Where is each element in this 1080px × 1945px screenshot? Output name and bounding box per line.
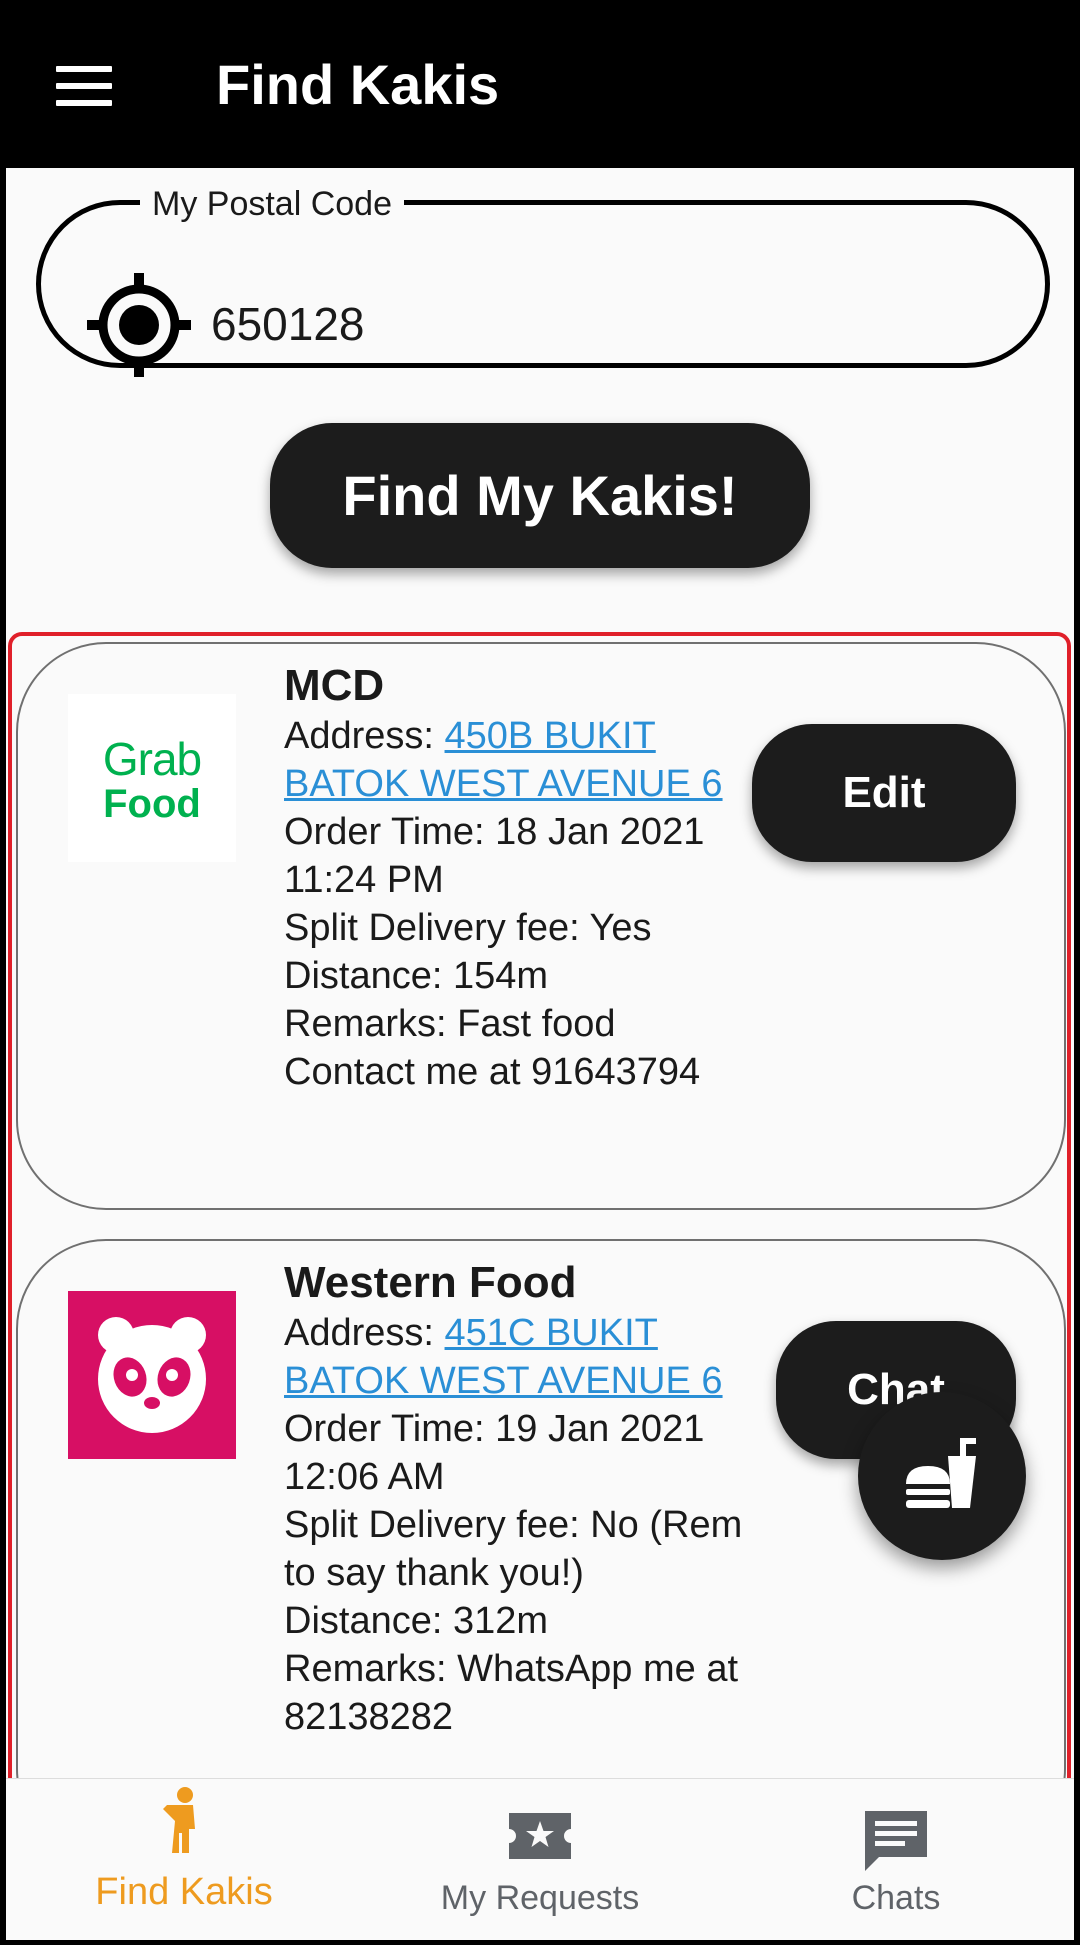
address-line: Address: 451C BUKIT BATOK WEST AVENUE 6 [284,1309,744,1405]
add-request-fab[interactable] [858,1392,1026,1560]
distance: Distance: 154m [284,955,549,997]
postal-code-label: My Postal Code [140,184,404,224]
tab-my-requests[interactable]: My Requests [362,1779,718,1941]
ticket-star-icon [509,1813,571,1859]
request-details: MCD Address: 450B BUKIT BATOK WEST AVENU… [284,660,744,1096]
screen: Find Kakis My Postal Code Find My Kakis!… [0,0,1080,1945]
distance: Distance: 312m [284,1600,549,1642]
postal-code-field[interactable] [36,200,1050,377]
remarks: Remarks: Fast food Contact me at 9164379… [284,1003,701,1093]
find-my-kakis-button[interactable]: Find My Kakis! [270,423,810,568]
restaurant-name: Western Food [284,1258,577,1307]
grabfood-logo-text-grab: Grab [102,733,202,785]
tab-label: My Requests [440,1879,640,1917]
split-delivery-fee: Split Delivery fee: Yes [284,907,652,949]
bottom-navigation: Find Kakis My Requests Chats [6,1778,1074,1940]
edit-button[interactable]: Edit [752,724,1016,862]
postal-code-input[interactable] [211,289,1031,359]
remarks: Remarks: WhatsApp me at 82138282 [284,1648,739,1738]
grabfood-logo-text-food: Food [103,782,201,826]
tab-label: Chats [851,1879,941,1917]
foodpanda-logo [68,1291,236,1459]
request-card: Grab Food MCD Address: 450B BUKIT BATOK … [16,642,1066,1210]
tab-chats[interactable]: Chats [718,1779,1074,1941]
person-walking-icon [163,1787,195,1853]
my-location-icon[interactable] [83,269,195,381]
fastfood-icon [906,1438,976,1508]
address-label: Address: [284,1312,445,1354]
panda-icon [98,1317,206,1433]
address-label: Address: [284,715,445,757]
restaurant-name: MCD [284,661,385,710]
grabfood-logo: Grab Food [68,694,236,862]
order-time: Order Time: 18 Jan 2021 11:24 PM [284,811,705,901]
split-delivery-fee: Split Delivery fee: No (Rem to say thank… [284,1504,743,1594]
app-bar: Find Kakis [0,0,1080,168]
hamburger-menu-icon[interactable] [56,66,112,106]
page-title: Find Kakis [216,53,500,116]
tab-label: Find Kakis [95,1871,273,1913]
request-details: Western Food Address: 451C BUKIT BATOK W… [284,1257,744,1741]
chat-bubble-icon [865,1811,927,1871]
address-line: Address: 450B BUKIT BATOK WEST AVENUE 6 [284,712,744,808]
order-time: Order Time: 19 Jan 2021 12:06 AM [284,1408,705,1498]
tab-find-kakis[interactable]: Find Kakis [6,1779,362,1941]
